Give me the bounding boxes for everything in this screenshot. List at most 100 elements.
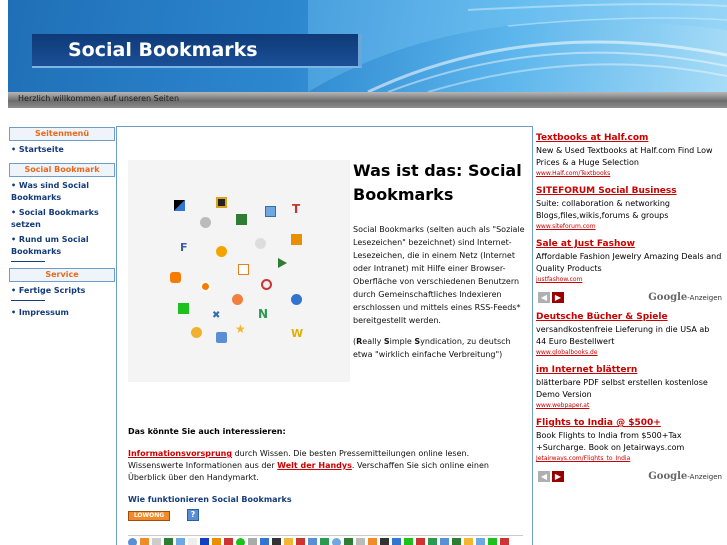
bookmark-service-icon[interactable] bbox=[452, 538, 461, 545]
bookmark-service-icon[interactable] bbox=[284, 538, 293, 545]
sidebar-item-label: Startseite bbox=[18, 145, 64, 154]
ad-url-link[interactable]: www.globalbooks.de bbox=[536, 348, 722, 358]
bookmark-service-icon[interactable] bbox=[200, 538, 209, 545]
interest-heading: Das könnte Sie auch interessieren: bbox=[128, 427, 286, 436]
ad-title-link[interactable]: Textbooks at Half.com bbox=[536, 132, 722, 145]
title-bar: Social Bookmarks bbox=[32, 34, 362, 68]
ad-title-link[interactable]: im Internet blättern bbox=[536, 364, 722, 377]
cross-icon[interactable]: ✖ bbox=[212, 310, 223, 321]
next-ad-button[interactable]: ▶ bbox=[552, 471, 564, 482]
letter-n-icon[interactable]: N bbox=[258, 308, 269, 320]
bookmark-service-icon[interactable] bbox=[392, 538, 401, 545]
intro-paragraph: Social Bookmarks (selten auch als "Sozia… bbox=[353, 225, 525, 325]
evernote-icon[interactable] bbox=[236, 214, 247, 225]
ad-navigation: ◀ ▶ Google-Anzeigen bbox=[536, 291, 722, 305]
bookmark-service-icon[interactable] bbox=[272, 538, 281, 545]
target-icon[interactable] bbox=[261, 279, 272, 290]
bookmark-service-icon[interactable] bbox=[188, 538, 197, 545]
ad-title-link[interactable]: Deutsche Bücher & Spiele bbox=[536, 311, 722, 324]
flower-icon[interactable] bbox=[291, 294, 302, 305]
furl-icon[interactable]: F bbox=[180, 242, 191, 253]
bookmark-service-icon[interactable] bbox=[176, 538, 185, 545]
sidebar-item-impressum[interactable]: • Impressum bbox=[9, 307, 115, 322]
bookmark-service-icon[interactable] bbox=[476, 538, 485, 545]
star-icon[interactable]: ★ bbox=[235, 323, 246, 335]
ad-title-link[interactable]: SITEFORUM Social Business bbox=[536, 185, 722, 198]
reddit-icon[interactable] bbox=[255, 238, 266, 249]
swirl-icon[interactable] bbox=[200, 281, 211, 292]
bookmark-service-icon[interactable] bbox=[308, 538, 317, 545]
interest-paragraph: Informationsvorsprung durch Wissen. Die … bbox=[128, 448, 523, 484]
ad-url-link[interactable]: Jetairways.com/Flights_to_India bbox=[536, 454, 722, 464]
menu-divider bbox=[11, 300, 45, 301]
google-ads-label[interactable]: Google-Anzeigen bbox=[648, 292, 722, 303]
orange-circle-icon[interactable] bbox=[216, 246, 227, 257]
document-icon[interactable] bbox=[265, 206, 276, 217]
next-ad-button[interactable]: ▶ bbox=[552, 292, 564, 303]
ad-url-link[interactable]: www.siteforum.com bbox=[536, 222, 722, 232]
sidebar-item-startseite[interactable]: • Startseite bbox=[9, 141, 115, 159]
bookmark-service-icon[interactable] bbox=[296, 538, 305, 545]
bookmark-service-icon[interactable] bbox=[440, 538, 449, 545]
bookmark-service-icon[interactable] bbox=[140, 538, 149, 545]
blinklist-icon[interactable] bbox=[291, 234, 302, 245]
ad-block: im Internet blättern blätterbare PDF sel… bbox=[536, 364, 722, 411]
bookmark-service-icon[interactable] bbox=[344, 538, 353, 545]
play-icon[interactable] bbox=[278, 258, 287, 268]
rating-badge[interactable]: LOWONG bbox=[128, 511, 170, 521]
bookmark-service-icon[interactable] bbox=[164, 538, 173, 545]
bookmark-service-icon[interactable] bbox=[356, 538, 365, 545]
rss-note-part: imple bbox=[389, 337, 415, 346]
welt-der-handys-link[interactable]: Welt der Handys bbox=[277, 461, 352, 470]
bookmark-service-icon[interactable] bbox=[500, 538, 509, 545]
informationsvorsprung-link[interactable]: Informationsvorsprung bbox=[128, 449, 232, 458]
bookmark-service-icon[interactable] bbox=[260, 538, 269, 545]
previous-ad-button[interactable]: ◀ bbox=[538, 292, 550, 303]
sidebar-item-was-sind[interactable]: • Was sind Social Bookmarks bbox=[9, 177, 115, 207]
sidebar-item-rund-um[interactable]: • Rund um Social Bookmarks bbox=[9, 234, 115, 261]
ad-url-link[interactable]: www.webpaper.at bbox=[536, 401, 722, 411]
users-icon[interactable] bbox=[200, 217, 211, 228]
letter-t-icon[interactable]: T bbox=[292, 203, 303, 215]
bookmark-service-icon[interactable] bbox=[332, 538, 341, 545]
sidebar-item-fertige-scripts[interactable]: • Fertige Scripts bbox=[9, 282, 115, 300]
ad-url-link[interactable]: www.Half.com/Textbooks bbox=[536, 169, 722, 179]
orange-dot-icon[interactable] bbox=[232, 294, 243, 305]
bookmark-service-icon[interactable] bbox=[236, 538, 245, 545]
letter-w-icon[interactable]: W bbox=[291, 328, 303, 339]
bookmark-service-icon[interactable] bbox=[128, 538, 137, 545]
ad-url-link[interactable]: justfashow.com bbox=[536, 275, 722, 285]
bookmark-service-icon[interactable] bbox=[248, 538, 257, 545]
bookmark-service-icon[interactable] bbox=[464, 538, 473, 545]
bookmark-service-icon[interactable] bbox=[320, 538, 329, 545]
folkd-icon[interactable] bbox=[170, 272, 181, 283]
bookmark-service-icon[interactable] bbox=[212, 538, 221, 545]
ad-title-link[interactable]: Sale at Just Fashow bbox=[536, 238, 722, 251]
digg-icon[interactable] bbox=[216, 197, 227, 208]
face-icon[interactable] bbox=[216, 332, 227, 343]
bookmark-service-icon[interactable] bbox=[368, 538, 377, 545]
help-icon[interactable]: ? bbox=[187, 509, 199, 521]
menu-divider bbox=[11, 159, 45, 160]
bookmark-service-icon[interactable] bbox=[224, 538, 233, 545]
ad-title-link[interactable]: Flights to India @ $500+ bbox=[536, 417, 722, 430]
ad-text: Book Flights to India from $500+Tax +Sur… bbox=[536, 431, 685, 452]
menu-divider bbox=[11, 261, 45, 262]
bookmark-service-icon[interactable] bbox=[416, 538, 425, 545]
bookmark-service-icon[interactable] bbox=[404, 538, 413, 545]
bookmark-service-icon[interactable] bbox=[488, 538, 497, 545]
google-logo: Google bbox=[648, 471, 688, 482]
previous-ad-button[interactable]: ◀ bbox=[538, 471, 550, 482]
delicious-icon[interactable] bbox=[174, 200, 185, 211]
y-icon[interactable] bbox=[238, 264, 249, 275]
sidebar-item-setzen[interactable]: • Social Bookmarks setzen bbox=[9, 207, 115, 234]
google-ads-label[interactable]: Google-Anzeigen bbox=[648, 471, 722, 482]
green-square-icon[interactable] bbox=[178, 303, 189, 314]
sidebar-item-label: Impressum bbox=[18, 308, 69, 317]
bookmark-service-icon[interactable] bbox=[380, 538, 389, 545]
bookmark-service-icon[interactable] bbox=[428, 538, 437, 545]
sidebar-item-label: Rund um Social Bookmarks bbox=[11, 235, 89, 256]
bookmark-service-icon[interactable] bbox=[152, 538, 161, 545]
google-ads-suffix: -Anzeigen bbox=[687, 473, 722, 481]
people-icon[interactable] bbox=[191, 327, 202, 338]
